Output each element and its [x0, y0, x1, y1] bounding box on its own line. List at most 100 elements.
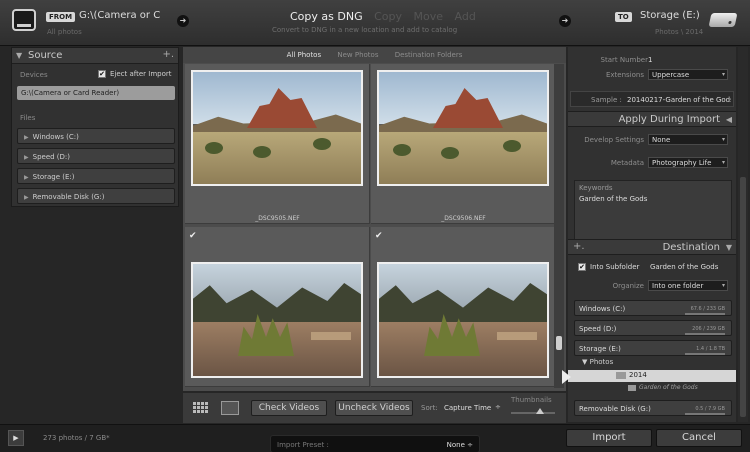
grid-view-icon[interactable] [193, 402, 209, 414]
plus-icon[interactable]: +. [573, 241, 585, 252]
folder-icon [616, 371, 626, 379]
sample-box: Sample : 20140217-Garden of the Gods [570, 91, 734, 107]
mode-copy[interactable]: Copy [374, 10, 402, 23]
uncheck-videos-button[interactable]: Uncheck Videos [335, 400, 413, 416]
expand-triangle-icon: ▶ [24, 154, 29, 161]
grid-scrollbar[interactable] [554, 64, 564, 388]
loupe-view-icon[interactable] [221, 401, 239, 415]
keywords-field[interactable]: Keywords Garden of the Gods [574, 180, 732, 240]
source-panel-header[interactable]: ▼ Source +. [12, 48, 178, 64]
apply-title: Apply During Import [618, 114, 720, 125]
organize-select[interactable]: Into one folder [648, 280, 728, 291]
develop-settings-label: Develop Settings [584, 136, 644, 144]
thumbnail-size-slider[interactable] [511, 412, 555, 414]
photo-cell[interactable]: _DSC9506.NEF [371, 64, 556, 224]
tab-new-photos[interactable]: New Photos [337, 51, 378, 59]
photo-filename: _DSC9505.NEF [255, 215, 300, 222]
panel-scroll-thumb[interactable] [740, 177, 746, 417]
photo-count: 273 photos / 7 GB* [43, 434, 110, 442]
extensions-select[interactable]: Uppercase [648, 69, 728, 80]
sort-label: Sort: [421, 404, 438, 412]
destination-path[interactable]: Storage (E:) [640, 10, 700, 21]
tab-all-photos[interactable]: All Photos [287, 51, 322, 59]
plus-icon[interactable]: +. [162, 49, 174, 60]
grid-filter-tabs: All Photos New Photos Destination Folder… [183, 47, 566, 63]
expand-triangle-icon: ▶ [24, 194, 29, 201]
photo-thumbnail[interactable] [191, 262, 363, 378]
metadata-select[interactable]: Photography Life [648, 157, 728, 168]
eject-label: Eject after Import [110, 70, 172, 78]
start-number-value[interactable]: 1 [648, 56, 652, 64]
photo-checkbox[interactable]: ✔ [375, 231, 383, 241]
grid-toolbar: Check Videos Uncheck Videos Sort: Captur… [183, 393, 566, 423]
sort-caret-icon[interactable]: ÷ [495, 403, 501, 411]
source-subtitle: All photos [47, 28, 82, 36]
folder-2014-selected[interactable]: 2014 [568, 370, 736, 382]
grid-scroll-thumb[interactable] [556, 336, 562, 350]
volume-removable[interactable]: ▶ Removable Disk (G:) [17, 188, 175, 204]
import-button[interactable]: Import [566, 429, 652, 447]
photo-cell[interactable]: ✔ [185, 227, 370, 387]
dest-volume-windows[interactable]: Windows (C:) 67.6 / 233 GB [574, 300, 732, 316]
volume-speed[interactable]: ▶ Speed (D:) [17, 148, 175, 164]
collapse-triangle-icon[interactable]: ◀ [726, 115, 732, 124]
dest-volume-storage[interactable]: Storage (E:) 1.4 / 1.8 TB [574, 340, 732, 356]
thumbnail-slider-knob[interactable] [535, 408, 544, 414]
collapse-triangle-icon[interactable]: ▼ [16, 51, 22, 60]
mode-move[interactable]: Move [414, 10, 444, 23]
panel-scrollbar[interactable] [738, 47, 748, 422]
photo-checkbox[interactable]: ✔ [189, 231, 197, 241]
expand-dialog-button[interactable]: ▶ [8, 430, 24, 446]
preset-value: None ÷ [446, 441, 473, 449]
dest-volume-removable[interactable]: Removable Disk (G:) 0.5 / 7.9 GB [574, 400, 732, 416]
subfolder-name[interactable]: Garden of the Gods [650, 263, 718, 271]
tab-destination-folders[interactable]: Destination Folders [395, 51, 463, 59]
photo-filename: _DSC9506.NEF [441, 215, 486, 222]
import-mode-selector: Copy as DNG Copy Move Add [290, 10, 484, 23]
import-preset-select[interactable]: Import Preset : None ÷ [270, 435, 480, 452]
subfolder-checkbox[interactable]: ✔ [578, 263, 586, 271]
destination-marker-icon [562, 370, 571, 384]
arrow-right-icon: ➜ [559, 15, 571, 27]
import-header: FROM G:\(Camera or C... All photos ➜ Cop… [0, 0, 750, 46]
metadata-label: Metadata [610, 159, 644, 167]
destination-section-header[interactable]: +. Destination ▼ [568, 239, 736, 255]
volume-windows[interactable]: ▶ Windows (C:) [17, 128, 175, 144]
photo-cell[interactable]: _DSC9505.NEF [185, 64, 370, 224]
footer-bar: ▶ 273 photos / 7 GB* Import Preset : Non… [0, 424, 750, 452]
check-videos-button[interactable]: Check Videos [251, 400, 327, 416]
settings-panel: Start Number 1 Extensions Uppercase Samp… [568, 47, 736, 422]
hard-drive-icon[interactable] [708, 13, 738, 27]
mode-copy-as-dng[interactable]: Copy as DNG [290, 10, 363, 23]
source-path[interactable]: G:\(Camera or C... [79, 10, 161, 21]
new-subfolder: Garden of the Gods [628, 384, 698, 391]
camera-source-icon[interactable] [12, 9, 36, 31]
start-number-label: Start Number [600, 56, 648, 64]
develop-settings-select[interactable]: None [648, 134, 728, 145]
devices-label: Devices [20, 71, 48, 79]
photo-thumbnail[interactable] [377, 262, 549, 378]
keywords-value: Garden of the Gods [579, 195, 648, 203]
photo-thumbnail[interactable] [191, 70, 363, 186]
source-device-row[interactable]: G:\(Camera or Card Reader) [17, 86, 175, 100]
source-title: Source [28, 50, 63, 61]
collapse-triangle-icon[interactable]: ▼ [726, 243, 732, 252]
mode-add[interactable]: Add [455, 10, 476, 23]
photo-thumbnail[interactable] [377, 70, 549, 186]
folder-photos[interactable]: ▼ Photos [582, 358, 750, 366]
folder-icon [628, 384, 636, 391]
expand-triangle-icon: ▶ [24, 134, 29, 141]
cancel-button[interactable]: Cancel [656, 429, 742, 447]
sample-label: Sample : [591, 96, 622, 104]
photo-cell[interactable]: ✔ [371, 227, 556, 387]
apply-section-header[interactable]: Apply During Import ◀ [568, 111, 736, 127]
from-badge: FROM [46, 12, 76, 22]
destination-title: Destination [662, 242, 720, 253]
sort-select[interactable]: Capture Time [444, 404, 491, 412]
volume-storage[interactable]: ▶ Storage (E:) [17, 168, 175, 184]
dest-volume-speed[interactable]: Speed (D:) 206 / 239 GB [574, 320, 732, 336]
keywords-label: Keywords [579, 184, 613, 192]
eject-checkbox[interactable]: ✔ [98, 70, 106, 78]
preset-label: Import Preset : [277, 441, 329, 449]
expand-triangle-icon: ▼ [582, 358, 590, 366]
